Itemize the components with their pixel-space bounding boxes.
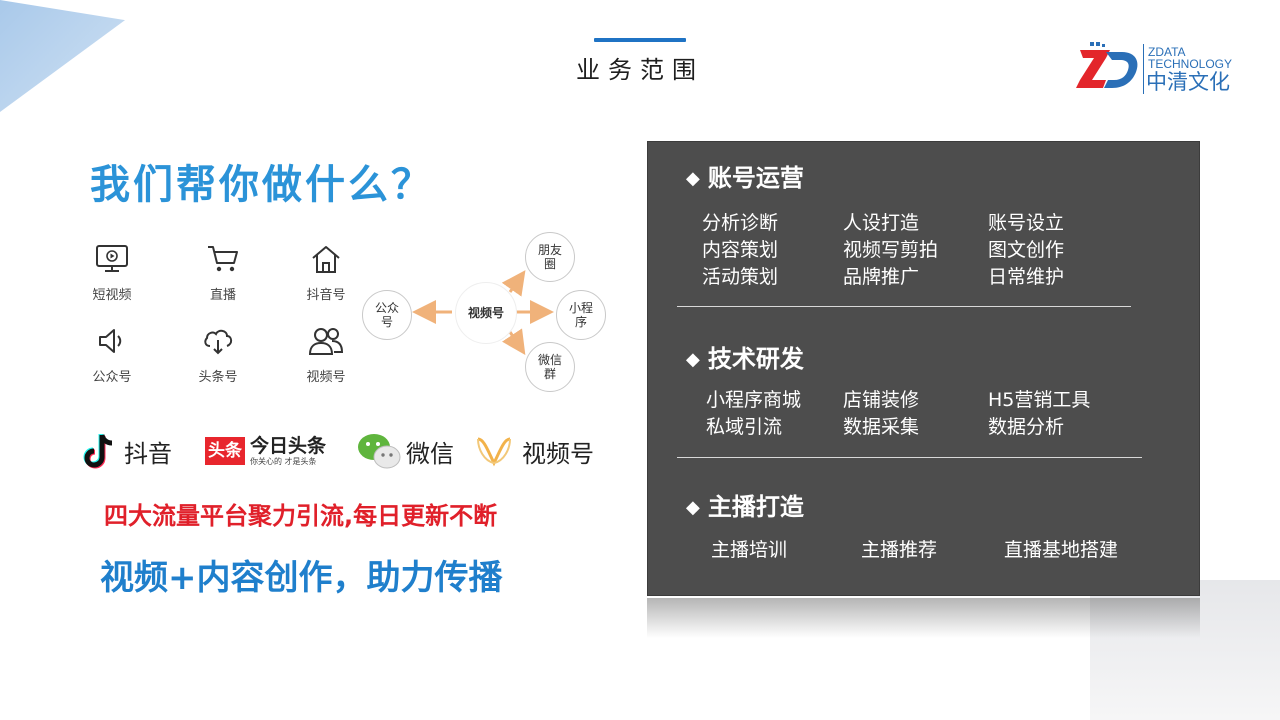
home-icon bbox=[312, 246, 340, 273]
logo-text-en-2: TECHNOLOGY bbox=[1148, 57, 1233, 71]
logo-separator bbox=[1143, 44, 1144, 94]
diamond-bullet-icon: ◆ bbox=[686, 168, 700, 189]
brand-slogan: 你关心的 才是头条 bbox=[250, 457, 317, 466]
service-item: 品牌推广 bbox=[843, 266, 920, 288]
tagline-red: 四大流量平台聚力引流,每日更新不断 bbox=[104, 502, 498, 530]
section-divider bbox=[677, 457, 1142, 458]
brand-douyin: 抖音 bbox=[80, 428, 172, 474]
brand-shipinhao: 视频号 bbox=[474, 428, 594, 474]
service-item: 图文创作 bbox=[988, 239, 1065, 261]
icon-label: 公众号 bbox=[92, 370, 132, 385]
section-divider bbox=[677, 306, 1131, 307]
icon-label: 视频号 bbox=[306, 370, 346, 385]
monitor-play-icon bbox=[96, 245, 128, 272]
icon-label: 头条号 bbox=[198, 370, 238, 385]
service-item: 分析诊断 bbox=[702, 212, 779, 234]
service-item: 日常维护 bbox=[988, 266, 1065, 288]
tagline-blue: 视频+内容创作，助力传播 bbox=[100, 558, 503, 598]
service-item: 店铺装修 bbox=[843, 389, 920, 411]
arrow-to-bottom bbox=[502, 328, 526, 355]
cart-icon bbox=[208, 246, 238, 272]
service-item: 主播推荐 bbox=[861, 539, 938, 561]
section-heading-text: 技术研发 bbox=[707, 345, 804, 373]
service-column: 店铺装修 数据采集 bbox=[843, 387, 919, 441]
icon-label: 直播 bbox=[209, 288, 236, 303]
corner-triangle-decoration bbox=[0, 0, 125, 112]
node-label: 小程序 bbox=[568, 301, 593, 329]
panel-reflection bbox=[647, 598, 1200, 638]
brand-label: 今日头条 bbox=[250, 435, 327, 457]
logo-text-cn: 中清文化 bbox=[1146, 70, 1230, 94]
douyin-logo-icon bbox=[83, 434, 113, 469]
wechat-logo-icon bbox=[358, 434, 401, 469]
icon-item-toutiao: 头条号 bbox=[183, 326, 253, 385]
service-item: 活动策划 bbox=[702, 266, 779, 288]
section-heading-tech: ◆ 技术研发 bbox=[686, 339, 804, 374]
section-heading-anchor: ◆ 主播打造 bbox=[686, 487, 804, 522]
brand-label: 视频号 bbox=[522, 439, 594, 468]
service-item: 数据采集 bbox=[843, 416, 920, 438]
network-node-right: 小程序 bbox=[556, 290, 606, 340]
service-item: H5营销工具 bbox=[988, 389, 1091, 411]
service-item: 账号设立 bbox=[988, 212, 1065, 234]
service-item: 数据分析 bbox=[988, 416, 1065, 438]
zd-logo-mark-icon bbox=[1076, 42, 1138, 88]
service-column: H5营销工具 数据分析 bbox=[988, 387, 1090, 441]
arrow-to-top bbox=[501, 270, 526, 297]
service-item: 内容策划 bbox=[702, 239, 779, 261]
node-label: 公众号 bbox=[374, 301, 399, 329]
toutiao-badge: 头条 bbox=[205, 437, 245, 465]
service-item: 私域引流 bbox=[706, 416, 783, 438]
brand-weixin: 微信 bbox=[356, 428, 454, 474]
section-heading-account: ◆ 账号运营 bbox=[686, 158, 804, 193]
service-item: 人设打造 bbox=[843, 212, 920, 234]
icon-item-douyin: 抖音号 bbox=[291, 244, 361, 303]
brand-label: 抖音 bbox=[124, 439, 172, 468]
node-label: 微信群 bbox=[537, 353, 562, 381]
diamond-bullet-icon: ◆ bbox=[686, 349, 700, 370]
network-node-center: 视频号 bbox=[455, 282, 517, 344]
network-node-top: 朋友圈 bbox=[525, 232, 575, 282]
header-accent-bar bbox=[594, 38, 686, 42]
section-heading-text: 主播打造 bbox=[707, 493, 804, 521]
service-item: 主播培训 bbox=[711, 539, 788, 561]
shipinhao-logo-icon bbox=[477, 437, 511, 467]
brand-toutiao: 头条 今日头条 你关心的 才是头条 bbox=[205, 428, 326, 474]
users-icon bbox=[308, 328, 344, 355]
brand-label: 微信 bbox=[406, 439, 454, 468]
icon-item-official-account: 公众号 bbox=[77, 326, 147, 385]
speaker-icon bbox=[99, 329, 122, 353]
network-node-bottom: 微信群 bbox=[525, 342, 575, 392]
company-logo: ZDATA TECHNOLOGY 中清文化 bbox=[1076, 40, 1246, 100]
service-column: 人设打造 视频写剪拍 品牌推广 bbox=[843, 210, 938, 291]
service-item: 直播基地搭建 bbox=[1004, 539, 1119, 561]
service-item: 视频写剪拍 bbox=[843, 239, 939, 261]
service-column: 分析诊断 内容策划 活动策划 bbox=[702, 210, 778, 291]
cloud-download-icon bbox=[204, 329, 233, 355]
network-node-left: 公众号 bbox=[362, 290, 412, 340]
node-label: 朋友圈 bbox=[537, 243, 562, 271]
main-heading: 我们帮你做什么？ bbox=[90, 162, 434, 208]
icon-item-shipinhao: 视频号 bbox=[291, 326, 361, 385]
node-label: 视频号 bbox=[467, 306, 504, 320]
icon-label: 短视频 bbox=[92, 288, 132, 303]
icon-item-short-video: 短视频 bbox=[77, 244, 147, 303]
icon-item-live: 直播 bbox=[188, 244, 258, 303]
toutiao-text-block: 今日头条 你关心的 才是头条 bbox=[250, 435, 326, 467]
section-heading-text: 账号运营 bbox=[707, 164, 804, 192]
page-title: 业务范围 bbox=[576, 56, 704, 84]
service-item: 小程序商城 bbox=[706, 389, 802, 411]
icon-label: 抖音号 bbox=[306, 288, 346, 303]
service-column: 小程序商城 私域引流 bbox=[706, 387, 801, 441]
diamond-bullet-icon: ◆ bbox=[686, 497, 700, 518]
service-column: 账号设立 图文创作 日常维护 bbox=[988, 210, 1064, 291]
